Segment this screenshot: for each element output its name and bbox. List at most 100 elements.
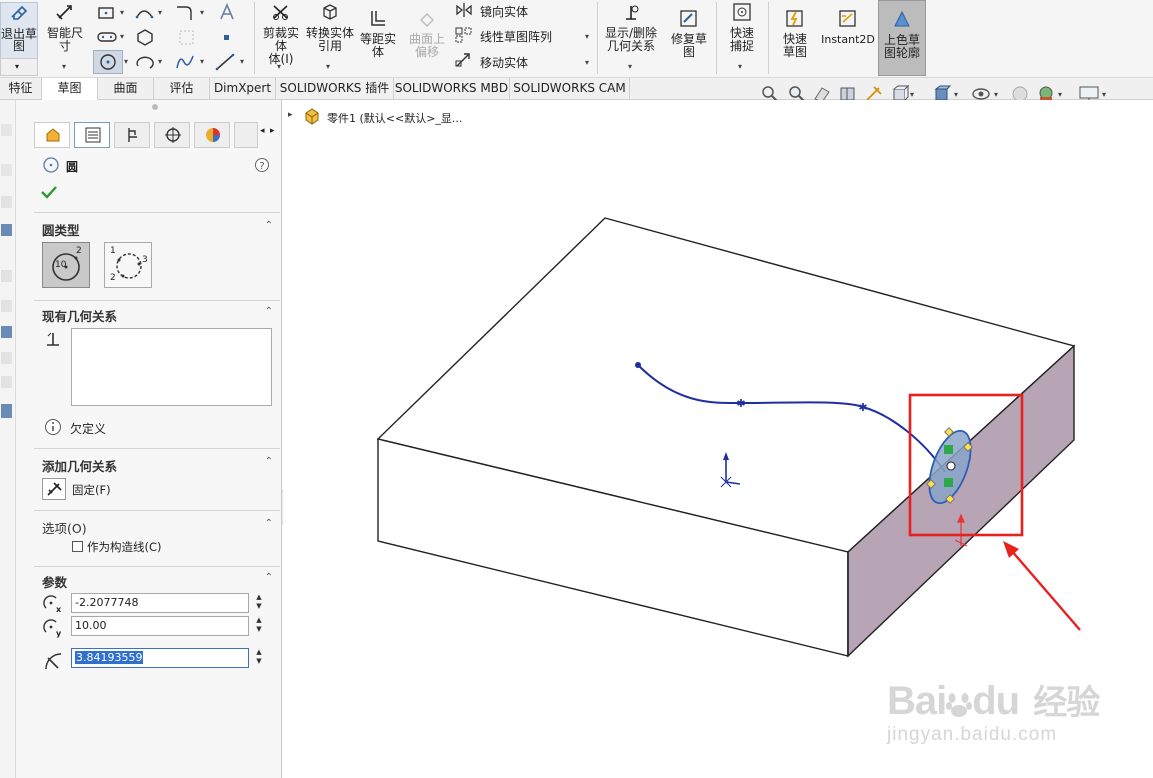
- parameters-collapse-icon[interactable]: ⌃: [265, 572, 273, 583]
- info-icon: [45, 419, 61, 435]
- center-x-input[interactable]: -2.2077748: [71, 593, 249, 613]
- tab-features[interactable]: 特征: [0, 78, 42, 100]
- property-manager-panel: ◂ ▸ 圆 ? 圆类型 ⌃ 10 2 1 2 3 现有几何关系 ⌃ 欠定义 添加…: [16, 100, 282, 778]
- linear-pattern-dropdown[interactable]: ▾: [585, 32, 589, 41]
- rectangle-icon[interactable]: [96, 3, 118, 23]
- circle-tool-active[interactable]: [93, 50, 123, 74]
- text-icon[interactable]: [216, 2, 238, 22]
- radius-input[interactable]: 3.84193559: [71, 648, 249, 668]
- exit-sketch-dropdown[interactable]: ▾: [0, 58, 38, 76]
- offset-entities-button[interactable]: 等距实体: [356, 8, 400, 59]
- spline-icon[interactable]: [174, 52, 196, 72]
- display-delete-relations-button[interactable]: 显示/删除几何关系: [601, 2, 661, 53]
- options-collapse-icon[interactable]: ⌃: [265, 518, 273, 529]
- tab-feature-manager[interactable]: [34, 122, 70, 148]
- perimeter-circle-type-button[interactable]: 1 2 3: [104, 242, 152, 288]
- fix-relation-label[interactable]: 固定(F): [72, 482, 111, 498]
- convert-dropdown[interactable]: ▾: [326, 62, 330, 71]
- arc-dropdown[interactable]: ▾: [158, 8, 162, 17]
- center-y-spinner[interactable]: ▲ ▼: [254, 616, 264, 636]
- panel-grip-dot[interactable]: [152, 104, 158, 110]
- linear-pattern-icon[interactable]: [454, 26, 474, 44]
- view-settings-dropdown[interactable]: ▾: [1102, 90, 1106, 99]
- existing-relations-list[interactable]: [71, 328, 272, 406]
- fix-relation-button[interactable]: [42, 478, 66, 500]
- move-entities-dropdown[interactable]: ▾: [585, 58, 589, 67]
- smart-dimension-dropdown[interactable]: ▾: [62, 62, 66, 71]
- slot-icon[interactable]: [96, 27, 118, 47]
- quick-snaps-dropdown[interactable]: ▾: [738, 62, 742, 71]
- line-dropdown[interactable]: ▾: [240, 57, 244, 66]
- construction-checkbox[interactable]: [72, 541, 83, 552]
- mirror-entities-label[interactable]: 镜向实体: [480, 3, 528, 20]
- spline-dropdown[interactable]: ▾: [200, 57, 204, 66]
- convert-entities-button[interactable]: 转换实体引用: [306, 2, 354, 53]
- graphics-area[interactable]: ▸ 零件1 (默认<<默认>_显... ✱ ✱ Bai du 经验 jingya…: [283, 100, 1153, 778]
- ellipse-dropdown[interactable]: ▾: [158, 57, 162, 66]
- tab-solidworks-mbd[interactable]: SOLIDWORKS MBD: [394, 78, 510, 100]
- tab-sketch[interactable]: 草图: [42, 78, 98, 100]
- tab-dimxpert[interactable]: DimXpert: [210, 78, 276, 100]
- tab-overflow[interactable]: [234, 122, 258, 148]
- apply-scene-dropdown[interactable]: ▾: [1058, 90, 1062, 99]
- add-relations-collapse-icon[interactable]: ⌃: [265, 456, 273, 467]
- sketch-plane-icon[interactable]: [176, 27, 198, 47]
- repair-sketch-button[interactable]: 修复草图: [666, 8, 712, 59]
- linear-pattern-label[interactable]: 线性草图阵列: [480, 28, 552, 45]
- fillet-dropdown[interactable]: ▾: [200, 8, 204, 17]
- view-orientation-dropdown[interactable]: ▾: [910, 90, 914, 99]
- tab-property-manager[interactable]: [74, 122, 110, 148]
- ok-checkmark-icon[interactable]: [40, 184, 58, 200]
- tab-surfaces[interactable]: 曲面: [98, 78, 154, 100]
- rapid-sketch-button[interactable]: 快速草图: [772, 8, 818, 59]
- center-circle-type-button[interactable]: 10 2: [42, 242, 90, 288]
- tab-solidworks-addins[interactable]: SOLIDWORKS 插件: [276, 78, 394, 100]
- center-y-input[interactable]: 10.00: [71, 616, 249, 636]
- instant2d-button[interactable]: Instant2D: [820, 8, 876, 46]
- arc-icon[interactable]: [134, 3, 156, 23]
- tab-scroll-left[interactable]: ◂: [260, 126, 265, 136]
- fillet-icon[interactable]: [174, 3, 196, 23]
- relations-dropdown[interactable]: ▾: [628, 62, 632, 71]
- display-style-dropdown[interactable]: ▾: [954, 90, 958, 99]
- circle-type-collapse-icon[interactable]: ⌃: [265, 220, 273, 231]
- polygon-icon[interactable]: [134, 27, 156, 47]
- hide-show-dropdown[interactable]: ▾: [994, 90, 998, 99]
- center-circle-sublabel: 2: [76, 246, 82, 256]
- center-circle-label: 10: [55, 260, 67, 270]
- watermark-paw-icon: [946, 683, 973, 717]
- exit-sketch-button[interactable]: 退出草图: [0, 2, 38, 60]
- existing-relations-collapse-icon[interactable]: ⌃: [265, 306, 273, 317]
- spline-point-marker-2: ✱: [858, 401, 867, 414]
- move-entities-label[interactable]: 移动实体: [480, 54, 528, 71]
- construction-checkbox-label[interactable]: 作为构造线(C): [87, 539, 162, 555]
- tab-scroll-right[interactable]: ▸: [270, 126, 275, 136]
- tab-dimxpert-manager[interactable]: [154, 122, 190, 148]
- surface-offset-icon: [420, 13, 434, 27]
- trim-entities-button[interactable]: 剪裁实体 体(I): [258, 2, 304, 66]
- slot-dropdown[interactable]: ▾: [120, 32, 124, 41]
- tab-evaluate[interactable]: 评估: [154, 78, 210, 100]
- center-x-spinner[interactable]: ▲ ▼: [254, 593, 264, 613]
- point-icon[interactable]: [216, 27, 238, 47]
- tab-display-manager[interactable]: [194, 122, 230, 148]
- mirror-icon[interactable]: [454, 1, 474, 19]
- line-icon[interactable]: [214, 52, 236, 72]
- move-entities-icon[interactable]: [454, 51, 474, 69]
- quick-snaps-button[interactable]: 快速捕捉: [720, 2, 764, 53]
- help-icon[interactable]: ?: [254, 157, 270, 173]
- tab-solidworks-cam[interactable]: SOLIDWORKS CAM: [510, 78, 630, 100]
- shaded-sketch-contours-button[interactable]: 上色草图轮廓: [878, 0, 926, 76]
- tab-configuration-manager[interactable]: [114, 122, 150, 148]
- ribbon-divider: [597, 2, 598, 74]
- relation-marker-2: [944, 478, 953, 487]
- circle-dropdown[interactable]: ▾: [124, 57, 128, 66]
- perimeter-point-1: 1: [110, 246, 116, 256]
- display-manager-icon: [206, 128, 220, 142]
- rectangle-dropdown[interactable]: ▾: [120, 8, 124, 17]
- ellipse-icon[interactable]: [134, 52, 156, 72]
- smart-dimension-button[interactable]: 智能尺寸: [42, 2, 88, 53]
- trim-dropdown[interactable]: ▾: [277, 62, 281, 71]
- surface-offset-button[interactable]: 曲面上偏移: [404, 8, 450, 59]
- radius-spinner[interactable]: ▲ ▼: [254, 648, 264, 668]
